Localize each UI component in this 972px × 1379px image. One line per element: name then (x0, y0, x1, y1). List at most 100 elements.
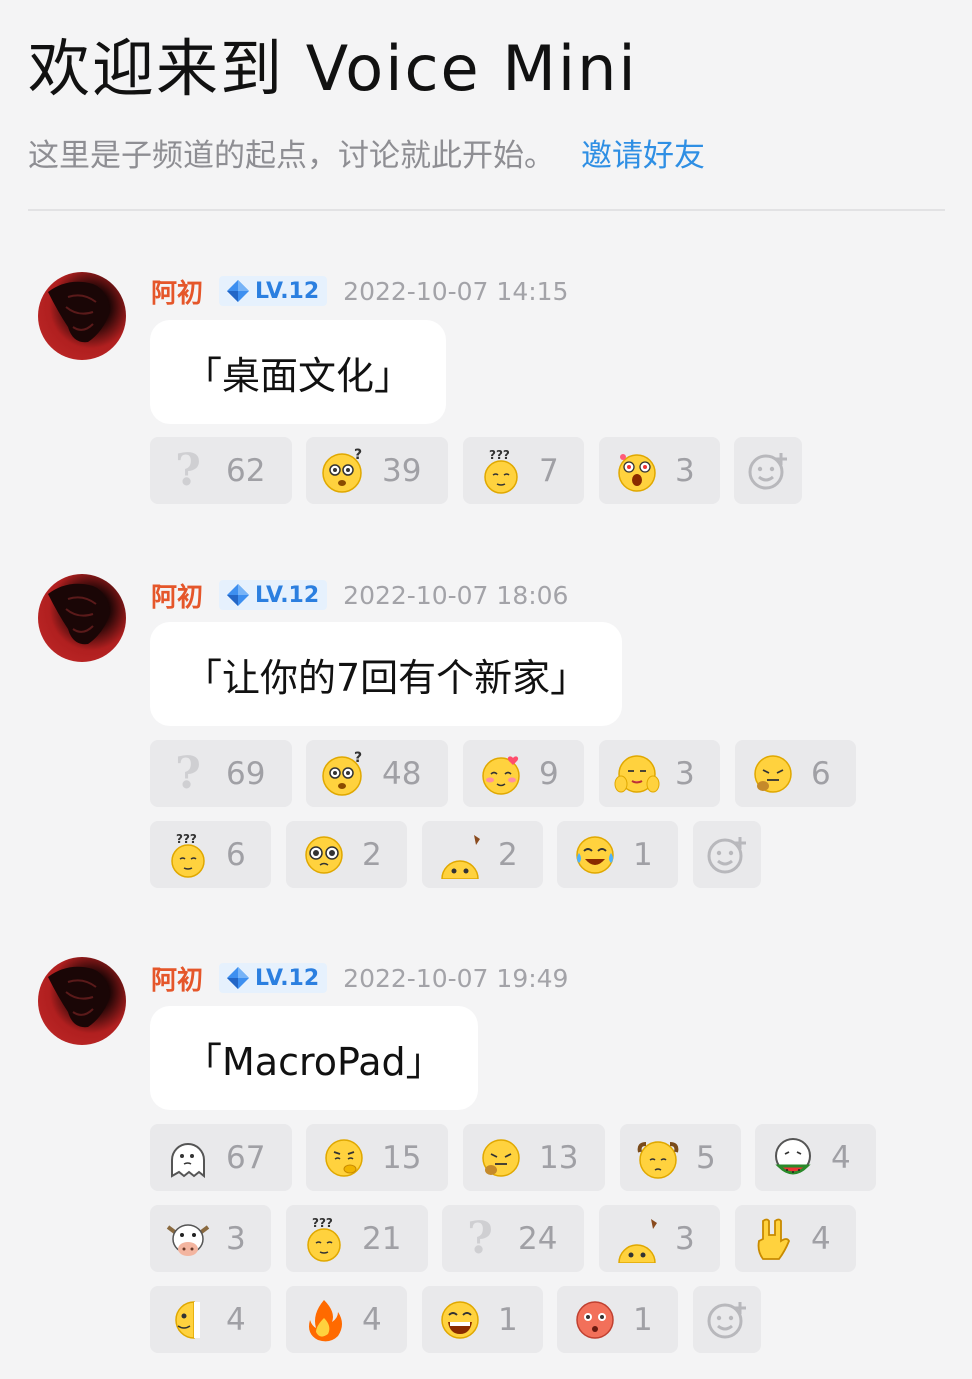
reaction-count: 7 (539, 452, 559, 489)
reaction-chip[interactable]: 3 (599, 1205, 720, 1272)
reaction-chip[interactable]: ??? 21 (286, 1205, 428, 1272)
reaction-count: 5 (696, 1139, 716, 1176)
reaction-count: 1 (633, 1301, 653, 1338)
reaction-count: 2 (362, 836, 382, 873)
reaction-count: 4 (831, 1139, 851, 1176)
diamond-icon (227, 967, 250, 989)
shy-face-icon (477, 750, 525, 798)
reaction-count: 9 (539, 755, 559, 792)
reaction-chip[interactable]: 9 (463, 740, 584, 807)
level-badge: LV.12 (219, 963, 328, 993)
reaction-count: 4 (226, 1301, 246, 1338)
reaction-count: 1 (498, 1301, 518, 1338)
add-reaction-button[interactable] (693, 1286, 761, 1353)
cow-face-icon (164, 1215, 212, 1263)
reaction-count: 3 (675, 452, 695, 489)
reaction-count: 3 (226, 1220, 246, 1257)
reaction-chip[interactable]: 1 (557, 1286, 678, 1353)
reaction-chip[interactable]: ??? 7 (463, 437, 584, 504)
reaction-chip[interactable]: 2 (286, 821, 407, 888)
question-mark-icon: ? (175, 445, 201, 496)
reaction-count: 15 (382, 1139, 422, 1176)
reaction-chip[interactable]: 6 (735, 740, 856, 807)
reaction-chip[interactable]: 1 (422, 1286, 543, 1353)
level-badge: LV.12 (219, 580, 328, 610)
svg-text:?: ? (354, 750, 362, 766)
level-text: LV.12 (255, 965, 320, 991)
reaction-chip[interactable]: 67 (150, 1124, 292, 1191)
reaction-count: 48 (382, 755, 422, 792)
reaction-chip[interactable]: 4 (150, 1286, 271, 1353)
bald-face-icon (634, 1134, 682, 1182)
add-emoji-icon (707, 836, 746, 873)
reaction-chip[interactable]: 3 (599, 740, 720, 807)
reaction-chip[interactable]: ? 48 (306, 740, 448, 807)
add-reaction-button[interactable] (734, 437, 802, 504)
add-reaction-button[interactable] (693, 821, 761, 888)
timestamp: 2022-10-07 18:06 (343, 580, 569, 610)
reaction-chip[interactable]: ? 69 (150, 740, 292, 807)
avatar[interactable] (38, 272, 126, 360)
reaction-count: 3 (675, 1220, 695, 1257)
reaction-count: 69 (226, 755, 266, 792)
add-emoji-icon (707, 1301, 746, 1338)
reaction-chip[interactable]: 1 (557, 821, 678, 888)
reaction-chip[interactable]: ? 39 (306, 437, 448, 504)
username[interactable]: 阿初 (151, 273, 203, 310)
welcome-subtitle-row: 这里是子频道的起点，讨论就此开始。 邀请好友 (28, 130, 705, 175)
reaction-chip[interactable]: 4 (286, 1286, 407, 1353)
reaction-chip[interactable]: 3 (599, 437, 720, 504)
message-meta: 阿初 LV.12 2022-10-07 18:06 (151, 577, 569, 614)
username[interactable]: 阿初 (151, 960, 203, 997)
question-mark-icon: ? (467, 1213, 493, 1264)
reaction-chip[interactable]: 4 (735, 1205, 856, 1272)
puzzled-face-icon: ? (320, 750, 368, 798)
timestamp: 2022-10-07 19:49 (343, 963, 569, 993)
svg-text:???: ??? (176, 832, 197, 846)
timestamp: 2022-10-07 14:15 (343, 276, 569, 306)
message-meta: 阿初 LV.12 2022-10-07 14:15 (151, 273, 569, 310)
reaction-chip[interactable]: 2 (422, 821, 543, 888)
blushing-red-face-icon (571, 1296, 619, 1344)
reaction-chip[interactable]: ??? 6 (150, 821, 271, 888)
tears-of-joy-icon (571, 831, 619, 879)
avatar[interactable] (38, 574, 126, 662)
reaction-chip[interactable]: 15 (306, 1124, 448, 1191)
reaction-count: 2 (498, 836, 518, 873)
reaction-count: 6 (226, 836, 246, 873)
reaction-count: 39 (382, 452, 422, 489)
reaction-count: 21 (362, 1220, 402, 1257)
level-badge: LV.12 (219, 276, 328, 306)
reaction-count: 13 (539, 1139, 579, 1176)
puzzled-face-icon: ? (320, 447, 368, 495)
divider (28, 209, 945, 211)
peeking-face-icon (436, 831, 484, 879)
svg-text:???: ??? (312, 1216, 333, 1230)
grinning-face-icon (436, 1296, 484, 1344)
reaction-chip[interactable]: ? 62 (150, 437, 292, 504)
reaction-count: 1 (633, 836, 653, 873)
svg-text:???: ??? (489, 448, 510, 462)
facepalm-face-icon (613, 750, 661, 798)
reaction-chip[interactable]: 5 (620, 1124, 741, 1191)
level-text: LV.12 (255, 582, 320, 608)
add-emoji-icon (748, 452, 787, 489)
diamond-icon (227, 584, 250, 606)
reaction-count: 67 (226, 1139, 266, 1176)
reaction-chip[interactable]: 13 (463, 1124, 605, 1191)
message-bubble[interactable]: 「MacroPad」 (150, 1006, 478, 1110)
invite-friends-link[interactable]: 邀请好友 (581, 138, 705, 174)
avatar[interactable] (38, 957, 126, 1045)
reaction-chip[interactable]: 3 (150, 1205, 271, 1272)
message-bubble[interactable]: 「让你的7回有个新家」 (150, 622, 623, 726)
confused-question-face-icon: ??? (477, 447, 525, 495)
username[interactable]: 阿初 (151, 577, 203, 614)
message-bubble[interactable]: 「桌面文化」 (150, 320, 447, 424)
reaction-chip[interactable]: 4 (755, 1124, 876, 1191)
level-text: LV.12 (255, 278, 320, 304)
message-meta: 阿初 LV.12 2022-10-07 19:49 (151, 960, 569, 997)
half-face-icon (164, 1296, 212, 1344)
page-title: 欢迎来到 Voice Mini (28, 32, 638, 105)
diamond-icon (227, 280, 250, 302)
reaction-chip[interactable]: ? 24 (442, 1205, 584, 1272)
